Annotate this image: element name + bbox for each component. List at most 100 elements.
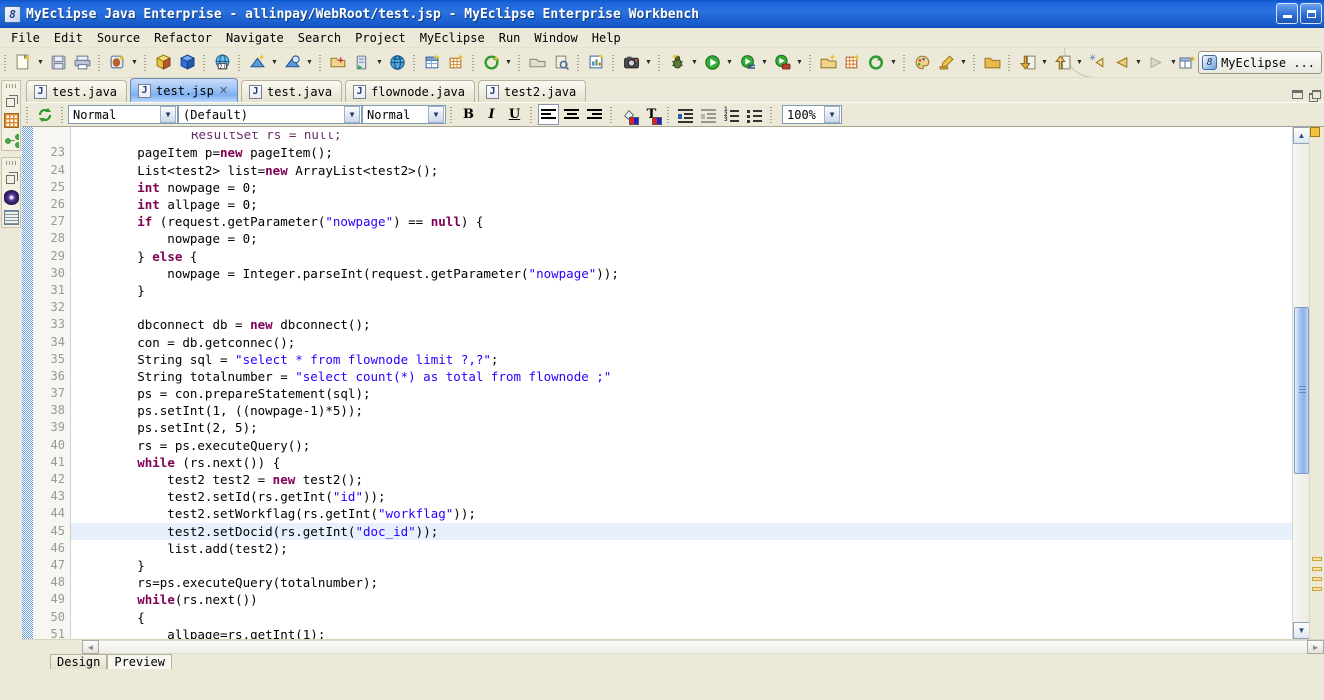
- code-line[interactable]: test2.setId(rs.getInt("id"));: [71, 488, 1292, 505]
- editor-tab-test-java[interactable]: Jtest.java: [241, 80, 343, 103]
- properties-icon[interactable]: [3, 210, 19, 225]
- editor-tab-bar[interactable]: Jtest.java Jtest.jsp ✕ Jtest.java Jflownode.…: [22, 78, 1324, 103]
- deploy-button[interactable]: ✦: [246, 52, 268, 74]
- package-explorer-group[interactable]: [1, 80, 21, 151]
- chevron-down-icon[interactable]: ▼: [344, 106, 360, 124]
- code-line[interactable]: pageItem p=new pageItem();: [71, 144, 1292, 161]
- code-line[interactable]: int allpage = 0;: [71, 196, 1292, 213]
- block-style-select[interactable]: Normal ▼: [68, 105, 178, 125]
- editor-tab-test2-java[interactable]: Jtest2.java: [478, 80, 587, 103]
- scroll-down-button[interactable]: ▼: [1293, 622, 1310, 640]
- chevron-down-icon[interactable]: ▼: [1074, 52, 1085, 74]
- chevron-down-icon[interactable]: ▼: [304, 52, 315, 74]
- underline-button[interactable]: U: [504, 104, 525, 125]
- run-config-button[interactable]: [736, 52, 758, 74]
- code-line[interactable]: rs=ps.executeQuery(totalnumber);: [71, 574, 1292, 591]
- refresh-green-icon[interactable]: [34, 104, 56, 126]
- new-wizard-button[interactable]: ✦: [12, 52, 34, 74]
- code-line[interactable]: List<test2> list=new ArrayList<test2>();: [71, 162, 1292, 179]
- chevron-down-icon[interactable]: ▼: [428, 106, 444, 124]
- maximize-icon[interactable]: [1309, 90, 1321, 103]
- code-line[interactable]: }: [71, 282, 1292, 299]
- toolbar-grip[interactable]: [1006, 53, 1013, 73]
- chevron-down-icon[interactable]: ▼: [503, 52, 514, 74]
- text-color-button[interactable]: T: [641, 104, 662, 126]
- perspective-switcher[interactable]: ✦ 8 MyEclipse ...: [1176, 51, 1322, 74]
- code-line[interactable]: while (rs.next()) {: [71, 454, 1292, 471]
- code-line[interactable]: [71, 299, 1292, 316]
- new-db-explorer-button[interactable]: ✦: [421, 52, 443, 74]
- editor-tab-test-java[interactable]: Jtest.java: [26, 80, 128, 103]
- scroll-right-button[interactable]: ►: [1307, 640, 1324, 655]
- scroll-left-button[interactable]: ◄: [82, 640, 99, 655]
- main-toolbar[interactable]: ✦ 8 MyEclipse ... ✦ ▼ ✦ ▼ 2.0 ✦ ▼ ▼ ▼ ✦ ✦ ✦ ▼ ✦ ▼ ✦ ▼ ▼ ▼ ▼…: [0, 48, 1324, 78]
- new-web-service-button[interactable]: 2.0: [211, 52, 233, 74]
- menu-item-edit[interactable]: Edit: [47, 29, 90, 47]
- save-button[interactable]: [47, 52, 69, 74]
- toolbar-grip[interactable]: [59, 105, 66, 125]
- restore-icon[interactable]: [3, 170, 19, 185]
- servers-icon[interactable]: [3, 113, 19, 128]
- toolbar-grip[interactable]: [971, 53, 978, 73]
- toolbar-grip[interactable]: [411, 53, 418, 73]
- font-family-select[interactable]: (Default) ▼: [178, 105, 362, 125]
- chevron-down-icon[interactable]: ▼: [643, 52, 654, 74]
- code-line[interactable]: }: [71, 557, 1292, 574]
- annotation-marker[interactable]: [1312, 577, 1322, 582]
- open-type-button[interactable]: [526, 52, 548, 74]
- new-package-button[interactable]: ✦: [817, 52, 839, 74]
- menu-item-source[interactable]: Source: [90, 29, 147, 47]
- open-perspective-icon[interactable]: ✦: [1176, 52, 1198, 74]
- toolbar-grip[interactable]: [807, 53, 814, 73]
- toolbar-grip[interactable]: [656, 53, 663, 73]
- annotation-ruler[interactable]: [1309, 127, 1324, 640]
- code-line[interactable]: String sql = "select * from flownode lim…: [71, 351, 1292, 368]
- code-line[interactable]: ps = con.prepareStatement(sql);: [71, 385, 1292, 402]
- chevron-down-icon[interactable]: ▼: [759, 52, 770, 74]
- new-class-button[interactable]: ✦: [841, 52, 863, 74]
- chevron-down-icon[interactable]: ▼: [724, 52, 735, 74]
- new-annotation-button[interactable]: [865, 52, 887, 74]
- code-line[interactable]: {: [71, 609, 1292, 626]
- italic-button[interactable]: I: [481, 104, 502, 125]
- code-line[interactable]: ps.setInt(2, 5);: [71, 419, 1292, 436]
- snapshot-button[interactable]: [620, 52, 642, 74]
- chevron-down-icon[interactable]: ▼: [129, 52, 140, 74]
- code-line[interactable]: String totalnumber = "select count(*) as…: [71, 368, 1292, 385]
- design-preview-tabs[interactable]: Design Preview: [22, 654, 1324, 671]
- code-line[interactable]: nowpage = Integer.parseInt(request.getPa…: [71, 265, 1292, 282]
- ordered-list-button[interactable]: 123: [721, 104, 742, 125]
- new-java-element-button[interactable]: ✦: [106, 52, 128, 74]
- outline-icon[interactable]: [3, 133, 19, 148]
- restore-icon[interactable]: [3, 93, 19, 108]
- chevron-down-icon[interactable]: ▼: [1039, 52, 1050, 74]
- menu-item-window[interactable]: Window: [527, 29, 584, 47]
- chevron-down-icon[interactable]: ▼: [689, 52, 700, 74]
- menu-item-run[interactable]: Run: [492, 29, 528, 47]
- perspective-myeclipse-button[interactable]: 8 MyEclipse ...: [1198, 51, 1322, 74]
- code-line[interactable]: test2 test2 = new test2();: [71, 471, 1292, 488]
- indent-button[interactable]: [675, 104, 696, 125]
- toolbar-grip[interactable]: [528, 105, 535, 125]
- code-line[interactable]: dbconnect db = new dbconnect();: [71, 316, 1292, 333]
- minimize-icon[interactable]: [1292, 90, 1303, 100]
- prev-annotation-button[interactable]: [1051, 52, 1073, 74]
- external-tools-button[interactable]: [771, 52, 793, 74]
- code-line[interactable]: nowpage = 0;: [71, 230, 1292, 247]
- chevron-down-icon[interactable]: ▼: [35, 52, 46, 74]
- scrollbar-track[interactable]: [1293, 144, 1310, 623]
- editor-window-buttons[interactable]: [1292, 90, 1321, 103]
- menu-bar[interactable]: File Edit Source Refactor Navigate Search Proj…: [0, 28, 1324, 48]
- font-size-select[interactable]: Normal ▼: [362, 105, 446, 125]
- next-annotation-button[interactable]: [1016, 52, 1038, 74]
- code-line[interactable]: } else {: [71, 248, 1292, 265]
- fill-color-button[interactable]: [618, 104, 639, 126]
- minimize-button[interactable]: [1276, 3, 1298, 24]
- debug-button[interactable]: ✦: [666, 52, 688, 74]
- menu-item-refactor[interactable]: Refactor: [147, 29, 219, 47]
- annotation-overview-marker[interactable]: [1310, 127, 1320, 138]
- toolbar-grip[interactable]: [317, 53, 324, 73]
- last-edit-button[interactable]: ✳: [1086, 52, 1108, 74]
- menu-item-help[interactable]: Help: [585, 29, 628, 47]
- rail-grip[interactable]: [6, 84, 16, 88]
